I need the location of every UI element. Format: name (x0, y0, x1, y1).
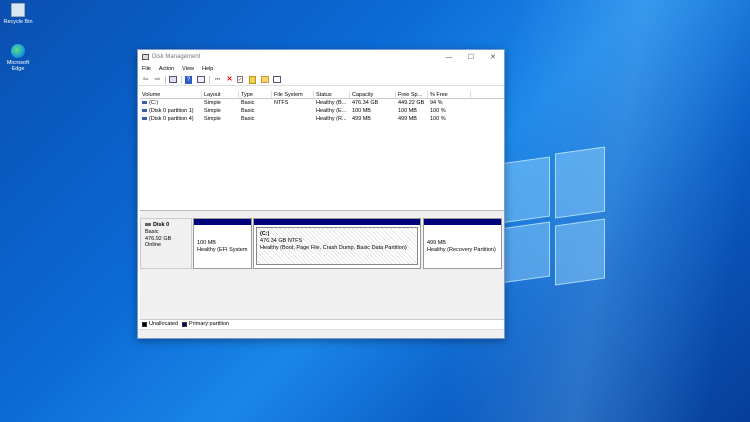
menu-help[interactable]: Help (202, 66, 213, 72)
col-capacity[interactable]: Capacity (350, 91, 396, 98)
volume-icon (142, 117, 147, 121)
edge-icon (11, 44, 25, 58)
check-icon[interactable]: ✓ (237, 75, 246, 84)
volume-list: Volume Layout Type File System Status Ca… (140, 91, 504, 211)
legend-primary-partition: Primary partition (189, 321, 230, 327)
minimize-button[interactable]: — (438, 54, 460, 61)
toolbar: ⇦ ⇨ ? ⎓ ✕ ✓ (138, 74, 504, 86)
desktop-icon-edge[interactable]: Microsoft Edge (1, 44, 35, 72)
volume-icon (142, 109, 147, 113)
recycle-bin-label: Recycle Bin (3, 19, 33, 25)
delete-icon[interactable]: ✕ (225, 76, 234, 84)
col-status[interactable]: Status (314, 91, 350, 98)
col-file-system[interactable]: File System (272, 91, 314, 98)
disk-state: Online (145, 242, 161, 248)
new-folder-icon[interactable] (261, 75, 270, 84)
search-icon[interactable] (249, 75, 258, 84)
disk-management-app-icon (142, 54, 149, 60)
volume-icon (142, 101, 147, 105)
connect-icon[interactable]: ⎓ (213, 76, 222, 84)
disk-management-window: Disk Management — ☐ ✕ File Action View H… (137, 49, 505, 339)
back-arrow-icon[interactable]: ⇦ (141, 76, 150, 84)
menu-view[interactable]: View (182, 66, 194, 72)
col-layout[interactable]: Layout (202, 91, 239, 98)
primary-partition-swatch (182, 321, 188, 327)
disk-graph-pane: Disk 0 Basic 476.92 GB Online 100 MB Hea… (140, 215, 504, 319)
maximize-button[interactable]: ☐ (460, 53, 482, 61)
legend-unallocated: Unallocated (149, 321, 179, 327)
help-icon[interactable]: ? (185, 75, 194, 84)
legend: Unallocated Primary partition (140, 319, 504, 328)
menu-file[interactable]: File (142, 66, 151, 72)
properties-icon[interactable] (197, 75, 206, 84)
partition-c[interactable]: (C:) 476.34 GB NTFS Healthy (Boot, Page … (253, 218, 421, 269)
title-bar[interactable]: Disk Management — ☐ ✕ (138, 50, 504, 64)
disk-0-label[interactable]: Disk 0 Basic 476.92 GB Online (140, 218, 192, 269)
window-title: Disk Management (152, 54, 201, 60)
col-free-space[interactable]: Free Sp... (396, 91, 428, 98)
table-row[interactable]: (Disk 0 partition 4) Simple Basic Health… (140, 115, 504, 123)
col-type[interactable]: Type (239, 91, 272, 98)
recycle-bin-icon (11, 3, 25, 17)
volume-list-header: Volume Layout Type File System Status Ca… (140, 91, 504, 99)
table-row[interactable]: (Disk 0 partition 1) Simple Basic Health… (140, 107, 504, 115)
table-row[interactable]: (C:) Simple Basic NTFS Healthy (B... 476… (140, 99, 504, 107)
partition-recovery[interactable]: 499 MB Healthy (Recovery Partition) (423, 218, 502, 269)
forward-arrow-icon[interactable]: ⇨ (153, 76, 162, 84)
menu-action[interactable]: Action (159, 66, 174, 72)
partition-efi[interactable]: 100 MB Healthy (EFI System (193, 218, 252, 269)
edge-label: Microsoft Edge (6, 60, 30, 72)
close-button[interactable]: ✕ (482, 53, 504, 61)
col-volume[interactable]: Volume (140, 91, 202, 98)
unallocated-swatch (142, 321, 147, 327)
disk-icon (145, 223, 151, 227)
list-view-icon[interactable] (273, 75, 282, 84)
console-tree-icon[interactable] (169, 75, 178, 84)
windows-logo-wallpaper (500, 146, 610, 290)
col-percent-free[interactable]: % Free (428, 91, 471, 98)
menu-bar: File Action View Help (138, 64, 504, 74)
status-bar (138, 329, 504, 338)
desktop-icon-recycle-bin[interactable]: Recycle Bin (1, 3, 35, 25)
